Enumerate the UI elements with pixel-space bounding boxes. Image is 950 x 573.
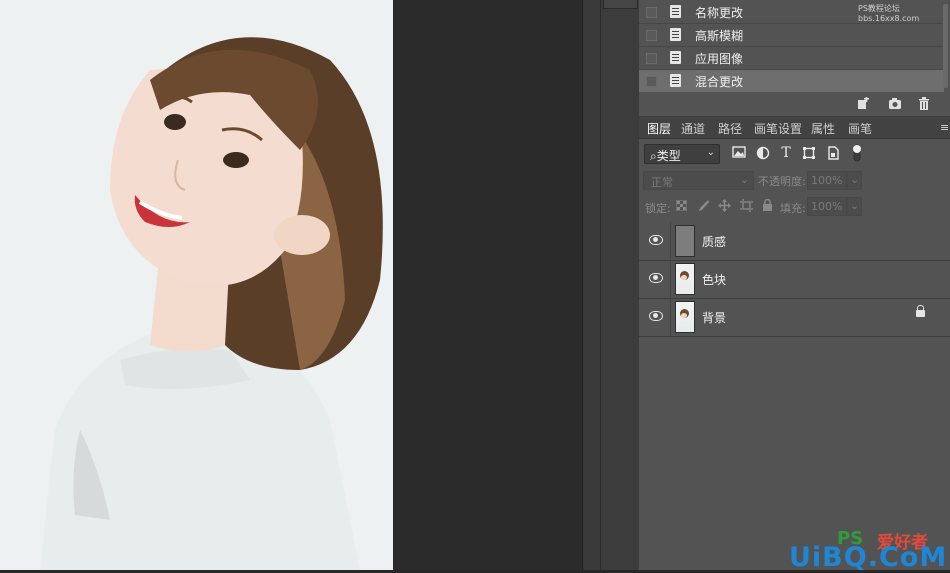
lock-image-pixels-icon[interactable] <box>697 199 710 212</box>
filter-kind-label: 类型 <box>656 149 681 163</box>
shape-filter-icon[interactable] <box>802 146 816 160</box>
visibility-eye-icon[interactable] <box>649 311 663 321</box>
lock-icon[interactable] <box>916 305 925 317</box>
layer-name: 质感 <box>702 235 727 249</box>
opacity-dropdown[interactable]: ⌄ <box>847 171 862 190</box>
search-icon: ⌕ <box>650 149 657 163</box>
dock-tab-handle[interactable] <box>603 0 638 9</box>
lock-all-icon[interactable] <box>762 198 773 211</box>
history-state-icon <box>670 74 681 87</box>
opacity-value: 100% <box>811 174 843 187</box>
fill-input[interactable]: 100% <box>807 197 847 216</box>
visibility-eye-icon[interactable] <box>649 273 663 283</box>
canvas-photo[interactable] <box>0 0 393 570</box>
fill-value: 100% <box>811 200 843 213</box>
history-item-label: 应用图像 <box>695 52 744 66</box>
chevron-down-icon: ⌄ <box>850 199 860 212</box>
layer-name: 色块 <box>702 273 727 287</box>
site-watermark: PS 爱好者 UiBQ.CoM <box>785 528 950 573</box>
history-item-label: 名称更改 <box>695 6 744 20</box>
history-checkbox[interactable] <box>646 53 657 64</box>
fill-label: 填充: <box>780 202 806 215</box>
layers-list: 质感 色块 背景 <box>639 222 950 570</box>
watermark-brand: UiBQ.CoM <box>789 542 948 573</box>
lock-position-icon[interactable] <box>718 199 731 212</box>
lock-artboard-icon[interactable] <box>740 199 753 212</box>
layer-name: 背景 <box>702 311 727 325</box>
layer-thumbnail <box>675 263 695 295</box>
snapshot-camera-icon[interactable] <box>888 97 902 110</box>
blend-mode-value: 正常 <box>651 176 673 189</box>
canvas-pasteboard <box>393 0 582 570</box>
opacity-input[interactable]: 100% <box>807 171 847 190</box>
lock-transparent-pixels-icon[interactable] <box>675 199 688 212</box>
adjustment-filter-icon[interactable] <box>756 146 770 160</box>
chevron-down-icon: ⌄ <box>739 173 749 186</box>
lock-label: 锁定: <box>645 202 671 215</box>
tab-brush-settings[interactable]: 画笔设置 <box>754 120 802 137</box>
panel-menu-icon[interactable]: ≡ <box>940 121 950 134</box>
history-checkbox[interactable] <box>646 76 657 87</box>
tab-paths[interactable]: 路径 <box>718 120 742 137</box>
panel-dock-collapsed <box>582 0 601 570</box>
layer-thumbnail <box>675 225 695 257</box>
layer-kind-filter-select[interactable]: ⌕类型 ⌄ <box>644 144 720 164</box>
trash-icon[interactable] <box>917 97 931 110</box>
panel-dock-icons <box>600 0 640 570</box>
history-checkbox[interactable] <box>646 30 657 41</box>
new-document-from-state-icon[interactable] <box>856 97 870 110</box>
tab-layers[interactable]: 图层 <box>647 120 671 137</box>
layer-row[interactable]: 色块 <box>639 260 950 299</box>
tab-properties[interactable]: 属性 <box>811 120 835 137</box>
portrait-image <box>0 0 393 570</box>
history-item-label: 高斯模糊 <box>695 29 744 43</box>
layers-tabbar: 图层 通道 路径 画笔设置 属性 画笔 <box>639 117 950 139</box>
blend-mode-select[interactable]: 正常 ⌄ <box>643 171 754 190</box>
layer-row[interactable]: 质感 <box>639 222 950 261</box>
history-toolbar <box>639 92 950 117</box>
chevron-down-icon: ⌄ <box>706 147 715 158</box>
tab-brushes[interactable]: 画笔 <box>848 120 872 137</box>
opacity-label: 不透明度: <box>758 175 806 188</box>
image-filter-icon[interactable] <box>732 146 746 160</box>
history-state-icon <box>670 28 681 41</box>
history-item-label: 混合更改 <box>695 75 744 89</box>
history-state-icon <box>670 51 681 64</box>
divider <box>670 298 671 336</box>
history-state-icon <box>670 5 681 18</box>
forum-watermark: PS教程论坛 bbs.16xx8.com <box>858 4 920 23</box>
history-item[interactable]: 高斯模糊 <box>639 24 944 47</box>
history-item[interactable]: 应用图像 <box>639 47 944 70</box>
type-filter-icon[interactable]: T <box>779 146 793 160</box>
history-checkbox[interactable] <box>646 7 657 18</box>
layer-row[interactable]: 背景 <box>639 298 950 337</box>
smart-object-filter-icon[interactable] <box>826 146 840 160</box>
divider <box>670 222 671 260</box>
history-item-selected[interactable]: 混合更改 <box>639 70 944 93</box>
fill-dropdown[interactable]: ⌄ <box>847 197 862 216</box>
visibility-eye-icon[interactable] <box>649 235 663 245</box>
tab-channels[interactable]: 通道 <box>681 120 705 137</box>
chevron-down-icon: ⌄ <box>850 173 860 186</box>
divider <box>670 260 671 298</box>
layer-thumbnail <box>675 301 695 333</box>
filter-toggle-icon[interactable] <box>851 143 863 163</box>
